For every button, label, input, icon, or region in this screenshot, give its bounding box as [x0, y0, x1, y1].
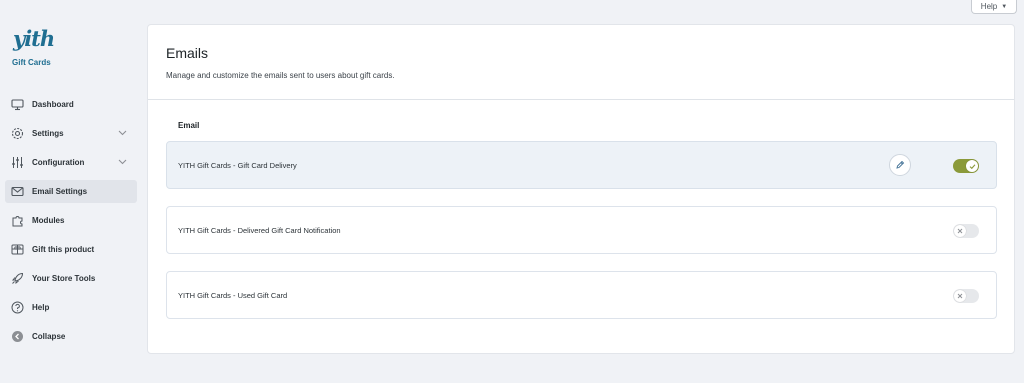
sidebar-item-settings[interactable]: Settings [5, 122, 137, 145]
monitor-icon [11, 98, 24, 111]
sidebar-item-label: Dashboard [32, 100, 74, 109]
question-icon [11, 301, 24, 314]
sidebar-item-modules[interactable]: Modules [5, 209, 137, 232]
sidebar-nav: Dashboard Settings Configuration Email S… [5, 93, 137, 354]
plugin-name: Gift Cards [12, 58, 51, 67]
gear-icon [11, 127, 24, 140]
help-tab-button[interactable]: Help ▼ [971, 0, 1017, 14]
email-enabled-toggle[interactable] [953, 224, 979, 238]
check-icon [966, 160, 978, 172]
sidebar-item-label: Your Store Tools [32, 274, 96, 283]
sidebar-item-label: Settings [32, 129, 64, 138]
help-tab-label: Help [980, 2, 998, 11]
sidebar: yith Gift Cards Dashboard Settings Confi… [0, 0, 145, 383]
sidebar-item-dashboard[interactable]: Dashboard [5, 93, 137, 116]
email-name: YITH Gift Cards - Delivered Gift Card No… [178, 225, 341, 235]
yith-logo: yith [13, 26, 55, 51]
sidebar-item-gift-this-product[interactable]: Gift this product [5, 238, 137, 261]
email-name: YITH Gift Cards - Gift Card Delivery [178, 160, 297, 170]
email-enabled-toggle[interactable] [953, 159, 979, 173]
rocket-icon [11, 272, 24, 285]
panel-header: Emails Manage and customize the emails s… [148, 25, 1014, 100]
x-icon [954, 290, 966, 302]
logo-text: yith [13, 26, 55, 51]
edit-email-button[interactable] [889, 154, 911, 176]
x-icon [954, 225, 966, 237]
sidebar-item-configuration[interactable]: Configuration [5, 151, 137, 174]
sidebar-item-label: Collapse [32, 332, 66, 341]
column-header-email: Email [178, 121, 200, 130]
envelope-icon [11, 185, 24, 198]
sidebar-item-label: Configuration [32, 158, 85, 167]
sidebar-item-label: Email Settings [32, 187, 88, 196]
email-enabled-toggle[interactable] [953, 289, 979, 303]
page-description: Manage and customize the emails sent to … [166, 71, 395, 80]
emails-panel: Emails Manage and customize the emails s… [147, 24, 1015, 354]
email-name: YITH Gift Cards - Used Gift Card [178, 290, 288, 300]
sliders-icon [11, 156, 24, 169]
collapse-arrow-icon [11, 330, 24, 343]
sidebar-item-collapse[interactable]: Collapse [5, 325, 137, 348]
chevron-down-icon [118, 157, 127, 168]
sidebar-item-label: Gift this product [32, 245, 95, 254]
sidebar-item-email-settings[interactable]: Email Settings [5, 180, 137, 203]
email-row-delivered-notification[interactable]: YITH Gift Cards - Delivered Gift Card No… [166, 206, 997, 254]
pencil-icon [896, 160, 905, 169]
sidebar-item-label: Modules [32, 216, 65, 225]
email-row-gift-card-delivery[interactable]: YITH Gift Cards - Gift Card Delivery [166, 141, 997, 189]
sidebar-item-your-store-tools[interactable]: Your Store Tools [5, 267, 137, 290]
page-title: Emails [166, 45, 209, 61]
caret-down-icon: ▼ [1001, 3, 1008, 10]
chevron-down-icon [118, 128, 127, 139]
gift-icon [11, 243, 24, 256]
email-row-used-gift-card[interactable]: YITH Gift Cards - Used Gift Card [166, 271, 997, 319]
sidebar-item-label: Help [32, 303, 50, 312]
sidebar-item-help[interactable]: Help [5, 296, 137, 319]
puzzle-icon [11, 214, 24, 227]
